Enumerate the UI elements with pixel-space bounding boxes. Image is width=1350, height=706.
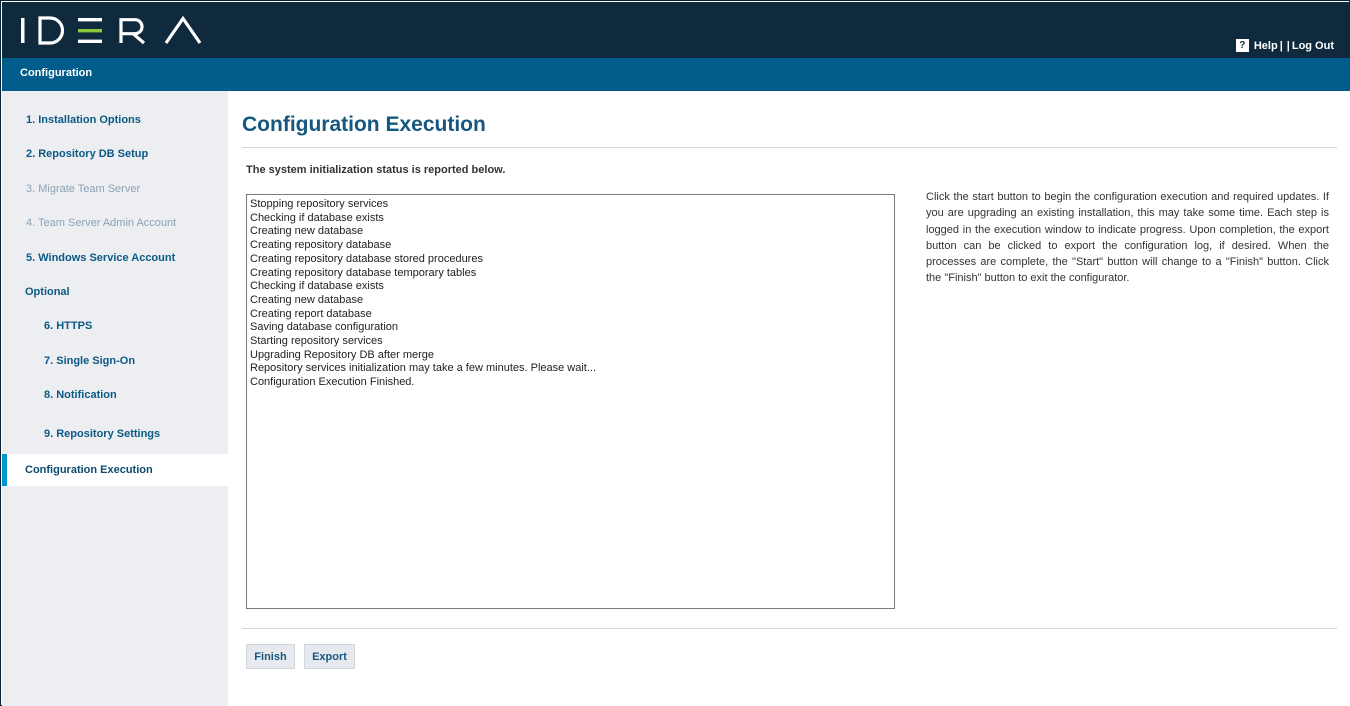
sidebar-item-notification[interactable]: 8. Notification [2, 389, 228, 401]
log-line: Creating report database [250, 307, 372, 320]
sidebar-item-windows-service-account[interactable]: 5. Windows Service Account [2, 252, 228, 264]
title-divider [242, 147, 1337, 148]
sidebar-item-installation-options[interactable]: 1. Installation Options [2, 114, 228, 126]
header-links: ? Help | | Log Out [1235, 39, 1334, 52]
log-line: Creating repository database [250, 239, 392, 252]
sidebar: 1. Installation Options 2. Repository DB… [2, 91, 228, 706]
log-line: Saving database configuration [250, 321, 398, 334]
log-line: Creating new database [250, 293, 364, 306]
sidebar-item-repository-db-setup[interactable]: 2. Repository DB Setup [2, 148, 228, 160]
logout-link[interactable]: Log Out [1292, 40, 1334, 52]
link-separator: | [1286, 39, 1290, 52]
help-icon[interactable]: ? [1235, 39, 1249, 52]
footer-divider [242, 628, 1337, 629]
link-separator: | [1279, 39, 1283, 52]
top-header: ? Help | | Log Out [2, 2, 1350, 58]
log-line: Checking if database exists [250, 211, 384, 224]
log-line: Creating new database [250, 225, 364, 238]
log-line: Creating repository database temporary t… [250, 266, 477, 279]
sidebar-item-configuration-execution[interactable]: Configuration Execution [2, 454, 228, 486]
sidebar-item-single-sign-on[interactable]: 7. Single Sign-On [2, 355, 228, 367]
sidebar-item-repository-settings[interactable]: 9. Repository Settings [2, 428, 228, 440]
app-window: ? Help | | Log Out Configuration 1. Inst… [0, 0, 1350, 706]
log-line: Starting repository services [250, 335, 383, 348]
sidebar-item-migrate-team-server: 3. Migrate Team Server [26, 183, 141, 195]
status-description: The system initialization status is repo… [246, 164, 506, 176]
log-line: Creating repository database stored proc… [250, 252, 483, 265]
idera-logo [21, 15, 202, 45]
finish-button[interactable]: Finish [246, 644, 295, 669]
log-line: Repository services initialization may t… [250, 362, 597, 375]
log-line: Checking if database exists [250, 280, 384, 293]
sidebar-section-optional: Optional [25, 286, 70, 298]
main-content: Configuration Execution The system initi… [228, 91, 1350, 706]
configuration-bar: Configuration [2, 58, 1350, 91]
log-line: Stopping repository services [250, 198, 389, 210]
export-button[interactable]: Export [304, 644, 355, 669]
help-link[interactable]: Help [1254, 40, 1278, 52]
execution-log[interactable]: Stopping repository services Checking if… [246, 194, 895, 609]
help-text: Click the start button to begin the conf… [926, 191, 1329, 285]
log-line: Upgrading Repository DB after merge [250, 348, 435, 361]
page-title: Configuration Execution [242, 113, 486, 136]
log-line: Configuration Execution Finished. [250, 376, 415, 389]
sidebar-item-https[interactable]: 6. HTTPS [2, 320, 228, 332]
sidebar-item-team-server-admin-account: 4. Team Server Admin Account [26, 217, 177, 229]
